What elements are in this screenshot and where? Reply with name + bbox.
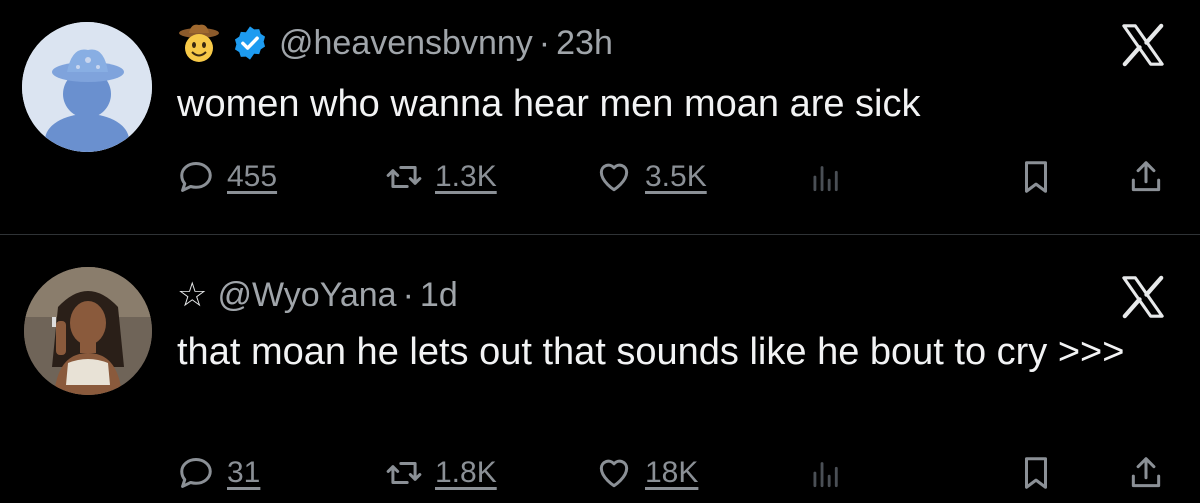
share-icon: [1131, 457, 1161, 488]
action-bar: 455 1.3K 3.5K: [177, 158, 1173, 198]
bookmark-icon: [1024, 457, 1048, 489]
bookmark-button[interactable]: [1017, 158, 1055, 196]
reply-icon: [180, 162, 212, 192]
reply-count: 31: [227, 456, 261, 489]
views-button[interactable]: [807, 454, 845, 492]
tweet-header: @heavensbvnny · 23h: [177, 18, 613, 68]
bookmark-icon: [1024, 161, 1048, 193]
avatar[interactable]: [24, 267, 152, 395]
star-icon: ☆: [177, 276, 208, 314]
tweet[interactable]: ☆ @WyoYana · 1d that moan he lets out that…: [0, 236, 1200, 503]
cartoon-portrait-avatar-icon: [24, 267, 152, 395]
heart-icon: [599, 163, 629, 192]
cowboy-avatar-icon: [22, 22, 152, 152]
retweet-count: 1.3K: [435, 160, 497, 193]
heart-icon: [599, 459, 629, 488]
share-icon: [1131, 161, 1161, 192]
like-count: 18K: [645, 456, 699, 489]
action-bar: 31 1.8K 18K: [177, 454, 1173, 494]
avatar[interactable]: [22, 22, 152, 152]
x-logo-icon[interactable]: [1120, 22, 1166, 68]
tweet-divider: [0, 234, 1200, 235]
reply-button[interactable]: 31: [177, 454, 260, 492]
user-handle[interactable]: @WyoYana · 1d: [217, 276, 457, 315]
reply-count: 455: [227, 160, 278, 193]
like-button[interactable]: 3.5K: [595, 158, 707, 196]
retweet-count: 1.8K: [435, 456, 497, 489]
like-count: 3.5K: [645, 160, 707, 193]
user-handle[interactable]: @heavensbvnny · 23h: [279, 24, 613, 63]
tweet-text: women who wanna hear men moan are sick: [177, 83, 921, 125]
views-button[interactable]: [807, 158, 845, 196]
timestamp[interactable]: 23h: [556, 24, 613, 62]
timestamp[interactable]: 1d: [420, 276, 458, 314]
tweet-text: that moan he lets out that sounds like h…: [177, 331, 1125, 373]
analytics-icon: [813, 462, 838, 488]
share-button[interactable]: [1127, 158, 1165, 196]
reply-button[interactable]: 455: [177, 158, 277, 196]
share-button[interactable]: [1127, 454, 1165, 492]
tweet[interactable]: @heavensbvnny · 23h women who wanna hear m…: [0, 0, 1200, 234]
cowboy-emoji-icon: [179, 24, 219, 62]
reply-icon: [180, 458, 212, 488]
retweet-button[interactable]: 1.3K: [385, 158, 497, 196]
retweet-icon: [386, 461, 422, 485]
x-logo-icon[interactable]: [1120, 274, 1166, 320]
tweet-header: ☆ @WyoYana · 1d: [177, 270, 458, 320]
verified-badge-icon: [234, 26, 266, 60]
retweet-button[interactable]: 1.8K: [385, 454, 497, 492]
analytics-icon: [813, 166, 838, 192]
bookmark-button[interactable]: [1017, 454, 1055, 492]
like-button[interactable]: 18K: [595, 454, 698, 492]
retweet-icon: [386, 165, 422, 189]
